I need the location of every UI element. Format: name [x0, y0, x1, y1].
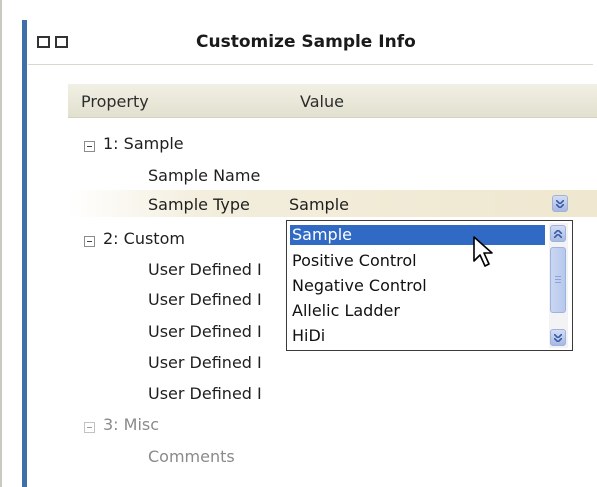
window-frame-edge	[0, 0, 2, 487]
chevron-up-icon	[554, 234, 562, 238]
dropdown-scrollbar[interactable]	[549, 223, 568, 348]
collapse-minus-icon[interactable]	[84, 236, 95, 247]
group-label-custom[interactable]: 2: Custom	[103, 229, 185, 248]
scroll-thumb[interactable]	[550, 247, 566, 313]
group-label-sample[interactable]: 1: Sample	[103, 134, 184, 153]
property-user-defined-2[interactable]: User Defined I	[148, 290, 262, 309]
sample-type-value[interactable]: Sample	[289, 195, 349, 214]
grip-line	[555, 276, 561, 277]
dropdown-option-sample[interactable]: Sample	[290, 225, 545, 245]
scroll-down-button[interactable]	[550, 329, 566, 346]
property-user-defined-3[interactable]: User Defined I	[148, 322, 262, 341]
mouse-pointer-icon	[473, 236, 493, 267]
dropdown-option-negative-control[interactable]: Negative Control	[290, 276, 429, 296]
property-sample-type[interactable]: Sample Type	[148, 195, 250, 214]
grip-line	[555, 282, 561, 283]
header-value[interactable]: Value	[300, 92, 344, 111]
property-comments[interactable]: Comments	[148, 447, 235, 466]
sample-type-dropdown-list[interactable]: Sample Positive Control Negative Control…	[286, 220, 573, 351]
property-user-defined-4[interactable]: User Defined I	[148, 353, 262, 372]
property-user-defined-1[interactable]: User Defined I	[148, 260, 262, 279]
dropdown-option-positive-control[interactable]: Positive Control	[290, 251, 419, 271]
window-restore-icon[interactable]	[37, 36, 50, 48]
collapse-minus-icon[interactable]	[84, 141, 95, 152]
collapse-minus-icon[interactable]	[84, 422, 95, 433]
group-label-misc[interactable]: 3: Misc	[103, 415, 159, 434]
grip-line	[555, 279, 561, 280]
title-divider	[28, 64, 593, 65]
grid-header: Property Value	[68, 84, 597, 118]
window-title: Customize Sample Info	[196, 32, 416, 52]
dropdown-option-hidi[interactable]: HiDi	[290, 326, 327, 346]
chevron-down-icon	[556, 204, 564, 208]
chevron-down-icon	[554, 338, 562, 342]
header-property[interactable]: Property	[81, 92, 149, 111]
property-user-defined-5[interactable]: User Defined I	[148, 384, 262, 403]
property-sample-name[interactable]: Sample Name	[148, 166, 260, 185]
dropdown-button[interactable]	[552, 195, 568, 212]
scroll-up-button[interactable]	[550, 225, 566, 242]
panel-accent-bar	[22, 20, 27, 487]
window-maximize-icon[interactable]	[55, 36, 68, 48]
dropdown-option-allelic-ladder[interactable]: Allelic Ladder	[290, 301, 402, 321]
